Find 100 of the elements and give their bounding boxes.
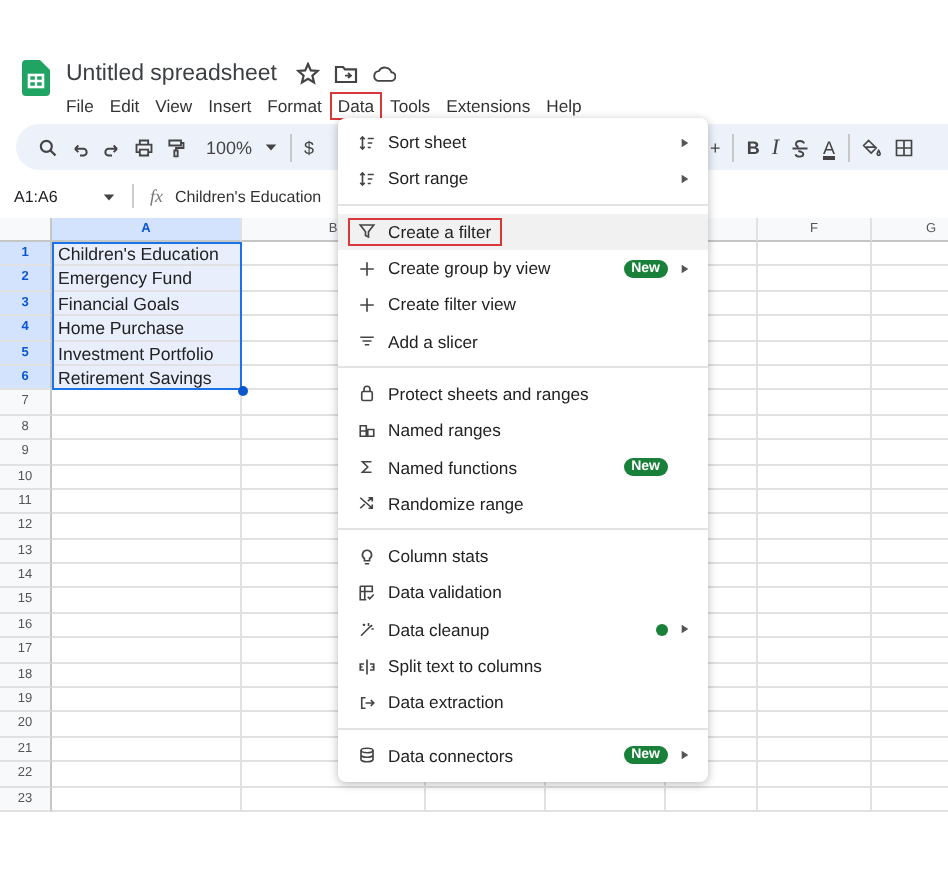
table-cell[interactable] — [758, 316, 872, 342]
borders-icon[interactable] — [893, 137, 913, 157]
menu-item[interactable]: Protect sheets and ranges — [348, 379, 599, 408]
menu-item[interactable]: Help — [538, 92, 590, 120]
table-cell[interactable]: Children's Education — [52, 242, 242, 267]
table-cell[interactable] — [758, 465, 872, 490]
menu-item[interactable]: View — [147, 92, 201, 120]
star-icon[interactable] — [296, 62, 321, 86]
table-cell[interactable] — [758, 638, 872, 664]
folder-icon[interactable] — [334, 62, 359, 86]
table-cell[interactable] — [52, 390, 242, 416]
plus-icon — [358, 259, 376, 278]
table-cell[interactable] — [758, 341, 872, 366]
bold-button[interactable]: B — [746, 137, 760, 157]
increase-font-button[interactable]: + — [710, 137, 721, 157]
table-cell[interactable] — [52, 638, 242, 664]
table-cell[interactable] — [546, 787, 666, 812]
menu-item[interactable]: Sort sheet — [348, 128, 477, 157]
zoom-select[interactable]: 100% — [206, 137, 253, 157]
table-cell[interactable] — [758, 663, 872, 689]
table-cell[interactable] — [758, 688, 872, 713]
table-cell[interactable] — [52, 613, 242, 639]
menu-item[interactable]: Named ranges — [348, 416, 511, 445]
sheets-logo[interactable] — [22, 60, 50, 96]
lock-icon — [358, 384, 376, 403]
menu-item[interactable]: Format — [259, 92, 330, 120]
caret-icon[interactable] — [264, 140, 279, 154]
table-cell[interactable] — [52, 688, 242, 713]
table-cell[interactable] — [426, 787, 546, 812]
menu-item[interactable]: Edit — [101, 92, 148, 120]
paint-format-icon[interactable] — [166, 137, 186, 157]
table-cell[interactable] — [52, 712, 242, 738]
table-cell[interactable] — [758, 390, 872, 416]
menu-item[interactable]: Named functions — [348, 453, 527, 482]
menu-item[interactable]: Tools — [382, 92, 439, 120]
table-cell[interactable] — [666, 787, 758, 812]
menu-item[interactable]: File — [58, 92, 102, 120]
table-cell[interactable] — [758, 489, 872, 515]
menu-item[interactable]: Column stats — [348, 542, 499, 571]
table-cell[interactable]: Emergency Fund — [52, 266, 242, 292]
table-cell[interactable] — [758, 365, 872, 391]
sigma-icon — [358, 458, 376, 477]
table-cell[interactable] — [758, 514, 872, 540]
text-color-button[interactable]: A — [822, 137, 835, 157]
table-cell[interactable] — [758, 291, 872, 317]
currency-button[interactable]: $ — [304, 137, 315, 157]
table-cell[interactable] — [758, 242, 872, 267]
table-cell[interactable] — [758, 762, 872, 788]
menu-item[interactable]: Create filter view — [348, 290, 526, 319]
print-icon[interactable] — [134, 137, 154, 157]
menu-item[interactable]: Insert — [200, 92, 260, 120]
table-cell[interactable]: Investment Portfolio — [52, 341, 242, 366]
table-cell[interactable] — [52, 564, 242, 589]
caret-icon[interactable] — [102, 189, 116, 203]
table-cell[interactable] — [758, 539, 872, 565]
italic-button[interactable]: I — [771, 135, 779, 159]
table-cell[interactable] — [52, 787, 242, 812]
table-cell[interactable] — [52, 762, 242, 788]
table-cell[interactable] — [758, 415, 872, 441]
table-cell[interactable] — [758, 613, 872, 639]
table-cell[interactable] — [52, 489, 242, 515]
table-cell[interactable] — [52, 465, 242, 490]
table-cell[interactable] — [758, 712, 872, 738]
menu-item[interactable]: Data connectors — [348, 741, 524, 770]
document-title[interactable]: Untitled spreadsheet — [66, 62, 277, 86]
menu-item[interactable]: Data cleanup — [348, 615, 500, 644]
table-cell[interactable] — [52, 514, 242, 540]
cloud-icon[interactable] — [372, 62, 397, 86]
select-all-corner[interactable] — [0, 218, 52, 242]
menu-item[interactable]: Data validation — [348, 578, 512, 607]
table-cell[interactable] — [758, 564, 872, 589]
name-box[interactable]: A1:A6 — [14, 187, 90, 205]
menu-item[interactable]: Create a filter — [348, 217, 502, 246]
table-cell[interactable] — [52, 415, 242, 441]
table-cell[interactable] — [52, 737, 242, 763]
table-cell[interactable]: Home Purchase — [52, 316, 242, 342]
table-cell[interactable]: Financial Goals — [52, 291, 242, 317]
table-cell[interactable] — [52, 663, 242, 689]
table-cell[interactable] — [52, 440, 242, 466]
table-cell[interactable] — [52, 539, 242, 565]
table-cell[interactable] — [242, 787, 426, 812]
search-icon[interactable] — [38, 137, 58, 157]
menu-item[interactable]: Split text to columns — [348, 652, 552, 680]
table-cell[interactable] — [758, 266, 872, 292]
menu-item[interactable]: Randomize range — [348, 489, 534, 518]
strikethrough-icon[interactable] — [790, 137, 811, 157]
formula-input[interactable]: Children's Education — [175, 187, 322, 205]
menu-item[interactable]: Create group by view — [348, 254, 561, 283]
fill-handle[interactable] — [237, 385, 247, 396]
table-cell[interactable] — [758, 737, 872, 763]
menu-item[interactable]: Data extraction — [348, 688, 514, 717]
table-cell[interactable] — [758, 787, 872, 812]
menu-item[interactable]: Extensions — [438, 92, 539, 120]
table-cell[interactable] — [758, 440, 872, 466]
fill-color-icon[interactable] — [861, 137, 881, 157]
table-cell[interactable] — [52, 588, 242, 614]
table-cell[interactable] — [758, 588, 872, 614]
database-icon — [358, 746, 376, 765]
menu-item[interactable]: Sort range — [348, 164, 479, 193]
menu-item[interactable]: Add a slicer — [348, 327, 488, 356]
